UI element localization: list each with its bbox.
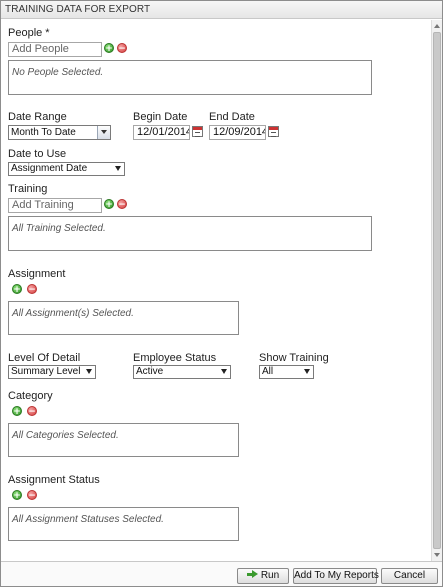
dialog-footer: Run Add To My Reports Cancel bbox=[1, 561, 442, 586]
cancel-button[interactable]: Cancel bbox=[381, 568, 438, 584]
run-button-label: Run bbox=[260, 570, 280, 581]
add-people-plus-icon[interactable]: + bbox=[104, 43, 114, 54]
employee-status-value: Active bbox=[136, 366, 164, 377]
add-assignment-status-plus-icon[interactable]: + bbox=[12, 490, 22, 501]
level-of-detail-select[interactable]: Summary Level bbox=[8, 365, 96, 379]
remove-assignment-minus-icon[interactable]: − bbox=[27, 284, 37, 295]
people-list[interactable]: No People Selected. bbox=[8, 60, 372, 95]
begin-date-label: Begin Date bbox=[133, 111, 188, 123]
category-list[interactable]: All Categories Selected. bbox=[8, 423, 239, 457]
add-training-input[interactable]: Add Training bbox=[8, 198, 102, 213]
begin-date-input[interactable]: 12/01/2014 bbox=[133, 125, 190, 140]
date-to-use-value: Assignment Date bbox=[11, 163, 88, 174]
add-assignment-plus-icon[interactable]: + bbox=[12, 284, 22, 295]
show-training-select[interactable]: All bbox=[259, 365, 314, 379]
assignment-label: Assignment bbox=[8, 268, 66, 280]
add-category-plus-icon[interactable]: + bbox=[12, 406, 22, 417]
scroll-thumb[interactable] bbox=[433, 32, 441, 549]
date-range-value: Month To Date bbox=[11, 127, 76, 138]
chevron-down-icon bbox=[115, 166, 121, 171]
export-dialog: TRAINING DATA FOR EXPORT People * Add Pe… bbox=[0, 0, 443, 587]
show-training-label: Show Training bbox=[259, 352, 329, 364]
form-content: People * Add People + − No People Select… bbox=[1, 20, 431, 561]
add-people-input[interactable]: Add People bbox=[8, 42, 102, 57]
begin-date-calendar-icon[interactable] bbox=[192, 126, 203, 137]
end-date-input[interactable]: 12/09/2014 bbox=[209, 125, 266, 140]
level-of-detail-label: Level Of Detail bbox=[8, 352, 81, 364]
scroll-up-icon[interactable] bbox=[432, 21, 442, 31]
assignment-status-list[interactable]: All Assignment Statuses Selected. bbox=[8, 507, 239, 541]
end-date-calendar-icon[interactable] bbox=[268, 126, 279, 137]
scroll-down-icon[interactable] bbox=[432, 550, 442, 560]
date-to-use-label: Date to Use bbox=[8, 148, 67, 160]
show-training-value: All bbox=[262, 366, 274, 377]
dialog-title: TRAINING DATA FOR EXPORT bbox=[1, 1, 442, 19]
chevron-down-icon bbox=[304, 369, 310, 374]
employee-status-label: Employee Status bbox=[133, 352, 217, 364]
add-to-my-reports-button[interactable]: Add To My Reports bbox=[293, 568, 379, 584]
date-to-use-select[interactable]: Assignment Date bbox=[8, 162, 125, 176]
people-label: People * bbox=[8, 27, 50, 39]
run-button[interactable]: Run bbox=[237, 568, 289, 584]
chevron-down-icon bbox=[86, 369, 92, 374]
category-label: Category bbox=[8, 390, 53, 402]
assignment-status-label: Assignment Status bbox=[8, 474, 100, 486]
vertical-scrollbar[interactable] bbox=[431, 20, 442, 561]
green-arrow-icon bbox=[246, 570, 259, 579]
date-range-select[interactable]: Month To Date bbox=[8, 125, 111, 140]
assignment-list[interactable]: All Assignment(s) Selected. bbox=[8, 301, 239, 335]
remove-training-minus-icon[interactable]: − bbox=[117, 199, 127, 210]
training-label: Training bbox=[8, 183, 48, 195]
remove-category-minus-icon[interactable]: − bbox=[27, 406, 37, 417]
date-range-label: Date Range bbox=[8, 111, 67, 123]
remove-assignment-status-minus-icon[interactable]: − bbox=[27, 490, 37, 501]
chevron-down-icon[interactable] bbox=[97, 126, 110, 139]
chevron-down-icon bbox=[221, 369, 227, 374]
add-training-plus-icon[interactable]: + bbox=[104, 199, 114, 210]
training-list[interactable]: All Training Selected. bbox=[8, 216, 372, 251]
remove-people-minus-icon[interactable]: − bbox=[117, 43, 127, 54]
end-date-label: End Date bbox=[209, 111, 255, 123]
level-of-detail-value: Summary Level bbox=[11, 366, 81, 377]
employee-status-select[interactable]: Active bbox=[133, 365, 231, 379]
